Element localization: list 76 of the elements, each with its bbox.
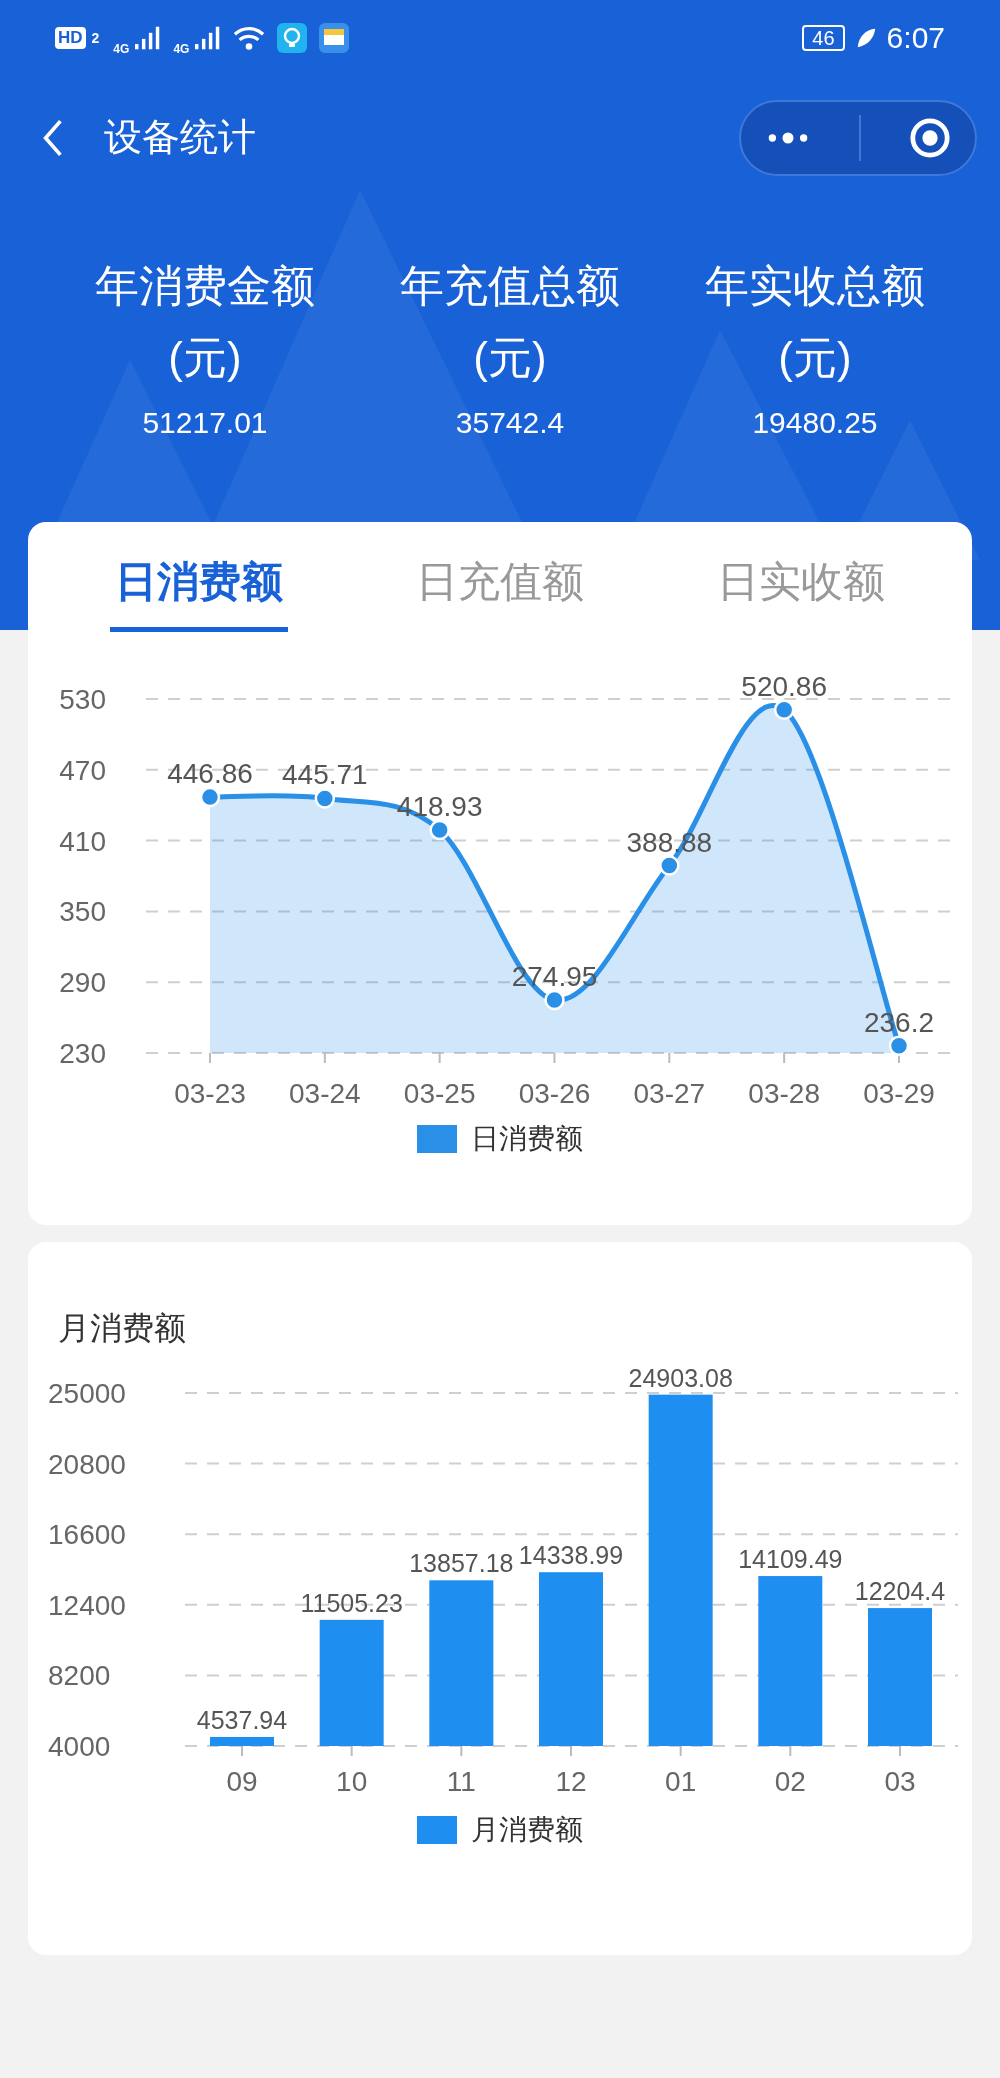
stat-label: 年充值总额: [400, 260, 620, 312]
data-label: 11505.23: [300, 1588, 403, 1617]
sim-index: 2: [91, 29, 100, 46]
axis-label: 20800: [48, 1448, 126, 1480]
axis-label: 02: [774, 1766, 806, 1797]
axis-label: 25000: [48, 1378, 126, 1409]
data-label: 446.86: [167, 758, 253, 790]
stat-label: 年消费金额: [95, 260, 315, 312]
stat-value: 51217.01: [142, 406, 268, 440]
clock-time: 6:07: [886, 20, 945, 55]
data-label: 12204.4: [854, 1577, 946, 1606]
axis-label: 12: [555, 1766, 587, 1797]
wifi-icon: [233, 24, 266, 51]
legend-swatch: [417, 1125, 457, 1153]
chart-title: 月消费额: [58, 1309, 186, 1348]
data-point: [199, 786, 221, 808]
axis-label: 16600: [48, 1519, 126, 1551]
data-label: 418.93: [396, 791, 483, 823]
axis-label: 350: [59, 896, 106, 928]
bar: [210, 1736, 274, 1746]
axis-label: 290: [59, 967, 106, 999]
data-point: [314, 788, 336, 809]
battery-indicator: 46: [802, 24, 845, 51]
axis-label: 03-28: [748, 1078, 820, 1109]
data-point: [659, 855, 680, 876]
data-point: [429, 819, 450, 841]
note-app-icon: [319, 22, 350, 53]
data-label: 24903.08: [628, 1363, 733, 1392]
axis-label: 11: [446, 1766, 476, 1797]
legend-label: 月消费额: [471, 1813, 583, 1847]
axis-label: 12400: [48, 1589, 126, 1621]
axis-label: 230: [59, 1038, 106, 1069]
stat-value: 35742.4: [455, 406, 565, 440]
axis-label: 530: [59, 684, 106, 715]
data-label: 445.71: [282, 759, 368, 791]
stat-unit: (元): [168, 332, 242, 384]
network-type: 4G: [113, 41, 130, 56]
data-label: 4537.94: [196, 1705, 288, 1734]
axis-label: 03-29: [863, 1078, 935, 1109]
axis-label: 03: [884, 1766, 916, 1797]
chart-tab[interactable]: 日充值额: [411, 552, 589, 632]
axis-label: 410: [59, 825, 106, 857]
stat-unit: (元): [778, 332, 852, 384]
axis-label: 03-23: [174, 1078, 246, 1109]
data-point: [544, 989, 565, 1011]
legend-label: 日消费额: [471, 1122, 583, 1156]
axis-label: 8200: [48, 1660, 111, 1692]
data-label: 14338.99: [518, 1541, 624, 1570]
signal-icon: [195, 25, 222, 50]
network-type: 4G: [173, 41, 190, 56]
axis-label: 10: [336, 1766, 368, 1797]
back-icon[interactable]: [42, 118, 64, 157]
close-icon[interactable]: [909, 116, 951, 159]
axis-label: 03-26: [518, 1078, 591, 1109]
axis-label: 03-24: [289, 1078, 361, 1109]
stat-value: 19480.25: [752, 406, 878, 440]
stat-unit: (元): [473, 332, 547, 384]
axis-label: 09: [226, 1766, 258, 1797]
data-label: 520.86: [741, 670, 827, 702]
data-label: 13857.18: [409, 1549, 514, 1578]
data-point: [888, 1035, 910, 1056]
legend-swatch: [417, 1816, 457, 1844]
axis-label: 03-25: [403, 1078, 476, 1109]
data-point: [773, 699, 795, 721]
axis-label: 4000: [48, 1731, 111, 1762]
bulb-app-icon: [277, 22, 308, 53]
chart-tab[interactable]: 日消费额: [109, 552, 288, 632]
stat-label: 年实收总额: [705, 260, 925, 312]
signal-icon: [135, 25, 162, 50]
hd-badge: HD: [55, 26, 86, 49]
axis-label: 01: [665, 1766, 697, 1797]
data-label: 14109.49: [738, 1545, 843, 1574]
axis-label: 470: [59, 754, 106, 786]
axis-label: 03-27: [633, 1078, 706, 1109]
page-title: 设备统计: [104, 115, 256, 160]
chart-tab[interactable]: 日实收额: [712, 552, 891, 632]
